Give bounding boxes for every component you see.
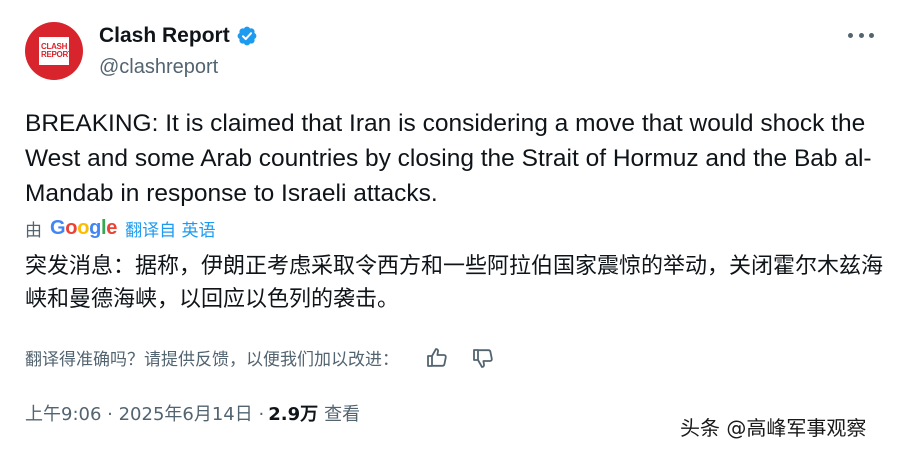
watermark: 头条 @高峰军事观察 (680, 416, 867, 440)
more-dot (869, 32, 874, 38)
more-options-icon[interactable] (848, 28, 874, 42)
translation-feedback-prompt: 翻译得准确吗？请提供反馈，以便我们加以改进： (25, 350, 399, 370)
thumbs-up-icon[interactable] (425, 346, 449, 370)
author-display-name[interactable]: Clash Report (99, 24, 230, 48)
avatar[interactable]: CLASH REPORT (25, 22, 83, 80)
author-name-row: Clash Report (99, 24, 258, 48)
tweet-text: BREAKING: It is claimed that Iran is con… (25, 110, 872, 207)
translated-by-row: 由 Google 翻译自 英语 (25, 216, 216, 241)
tweet-timestamp[interactable]: 上午9:06 · 2025年6月14日 · (25, 400, 264, 426)
translated-by-label: 由 (25, 221, 42, 241)
more-dot (848, 32, 853, 38)
verified-badge-icon (237, 26, 257, 46)
translated-from-link[interactable]: 翻译自 英语 (125, 216, 215, 241)
views-label: 查看 (324, 404, 361, 425)
google-logo: Google (50, 217, 118, 239)
thumbs-down-icon[interactable] (471, 346, 495, 370)
translated-text: 突发消息：据称，伊朗正考虑采取令西方和一些阿拉伯国家震惊的举动，关闭霍尔木兹海峡… (25, 254, 884, 312)
views-count: 2.9万 (268, 404, 319, 425)
more-dot (858, 32, 864, 38)
translation-feedback-row: 翻译得准确吗？请提供反馈，以便我们加以改进： (25, 345, 495, 370)
avatar-logo-text: CLASH REPORT (41, 42, 73, 59)
tweet-meta-row: 上午9:06 · 2025年6月14日 · 2.9万 查看 (25, 400, 360, 426)
author-handle[interactable]: @clashreport (99, 56, 218, 79)
